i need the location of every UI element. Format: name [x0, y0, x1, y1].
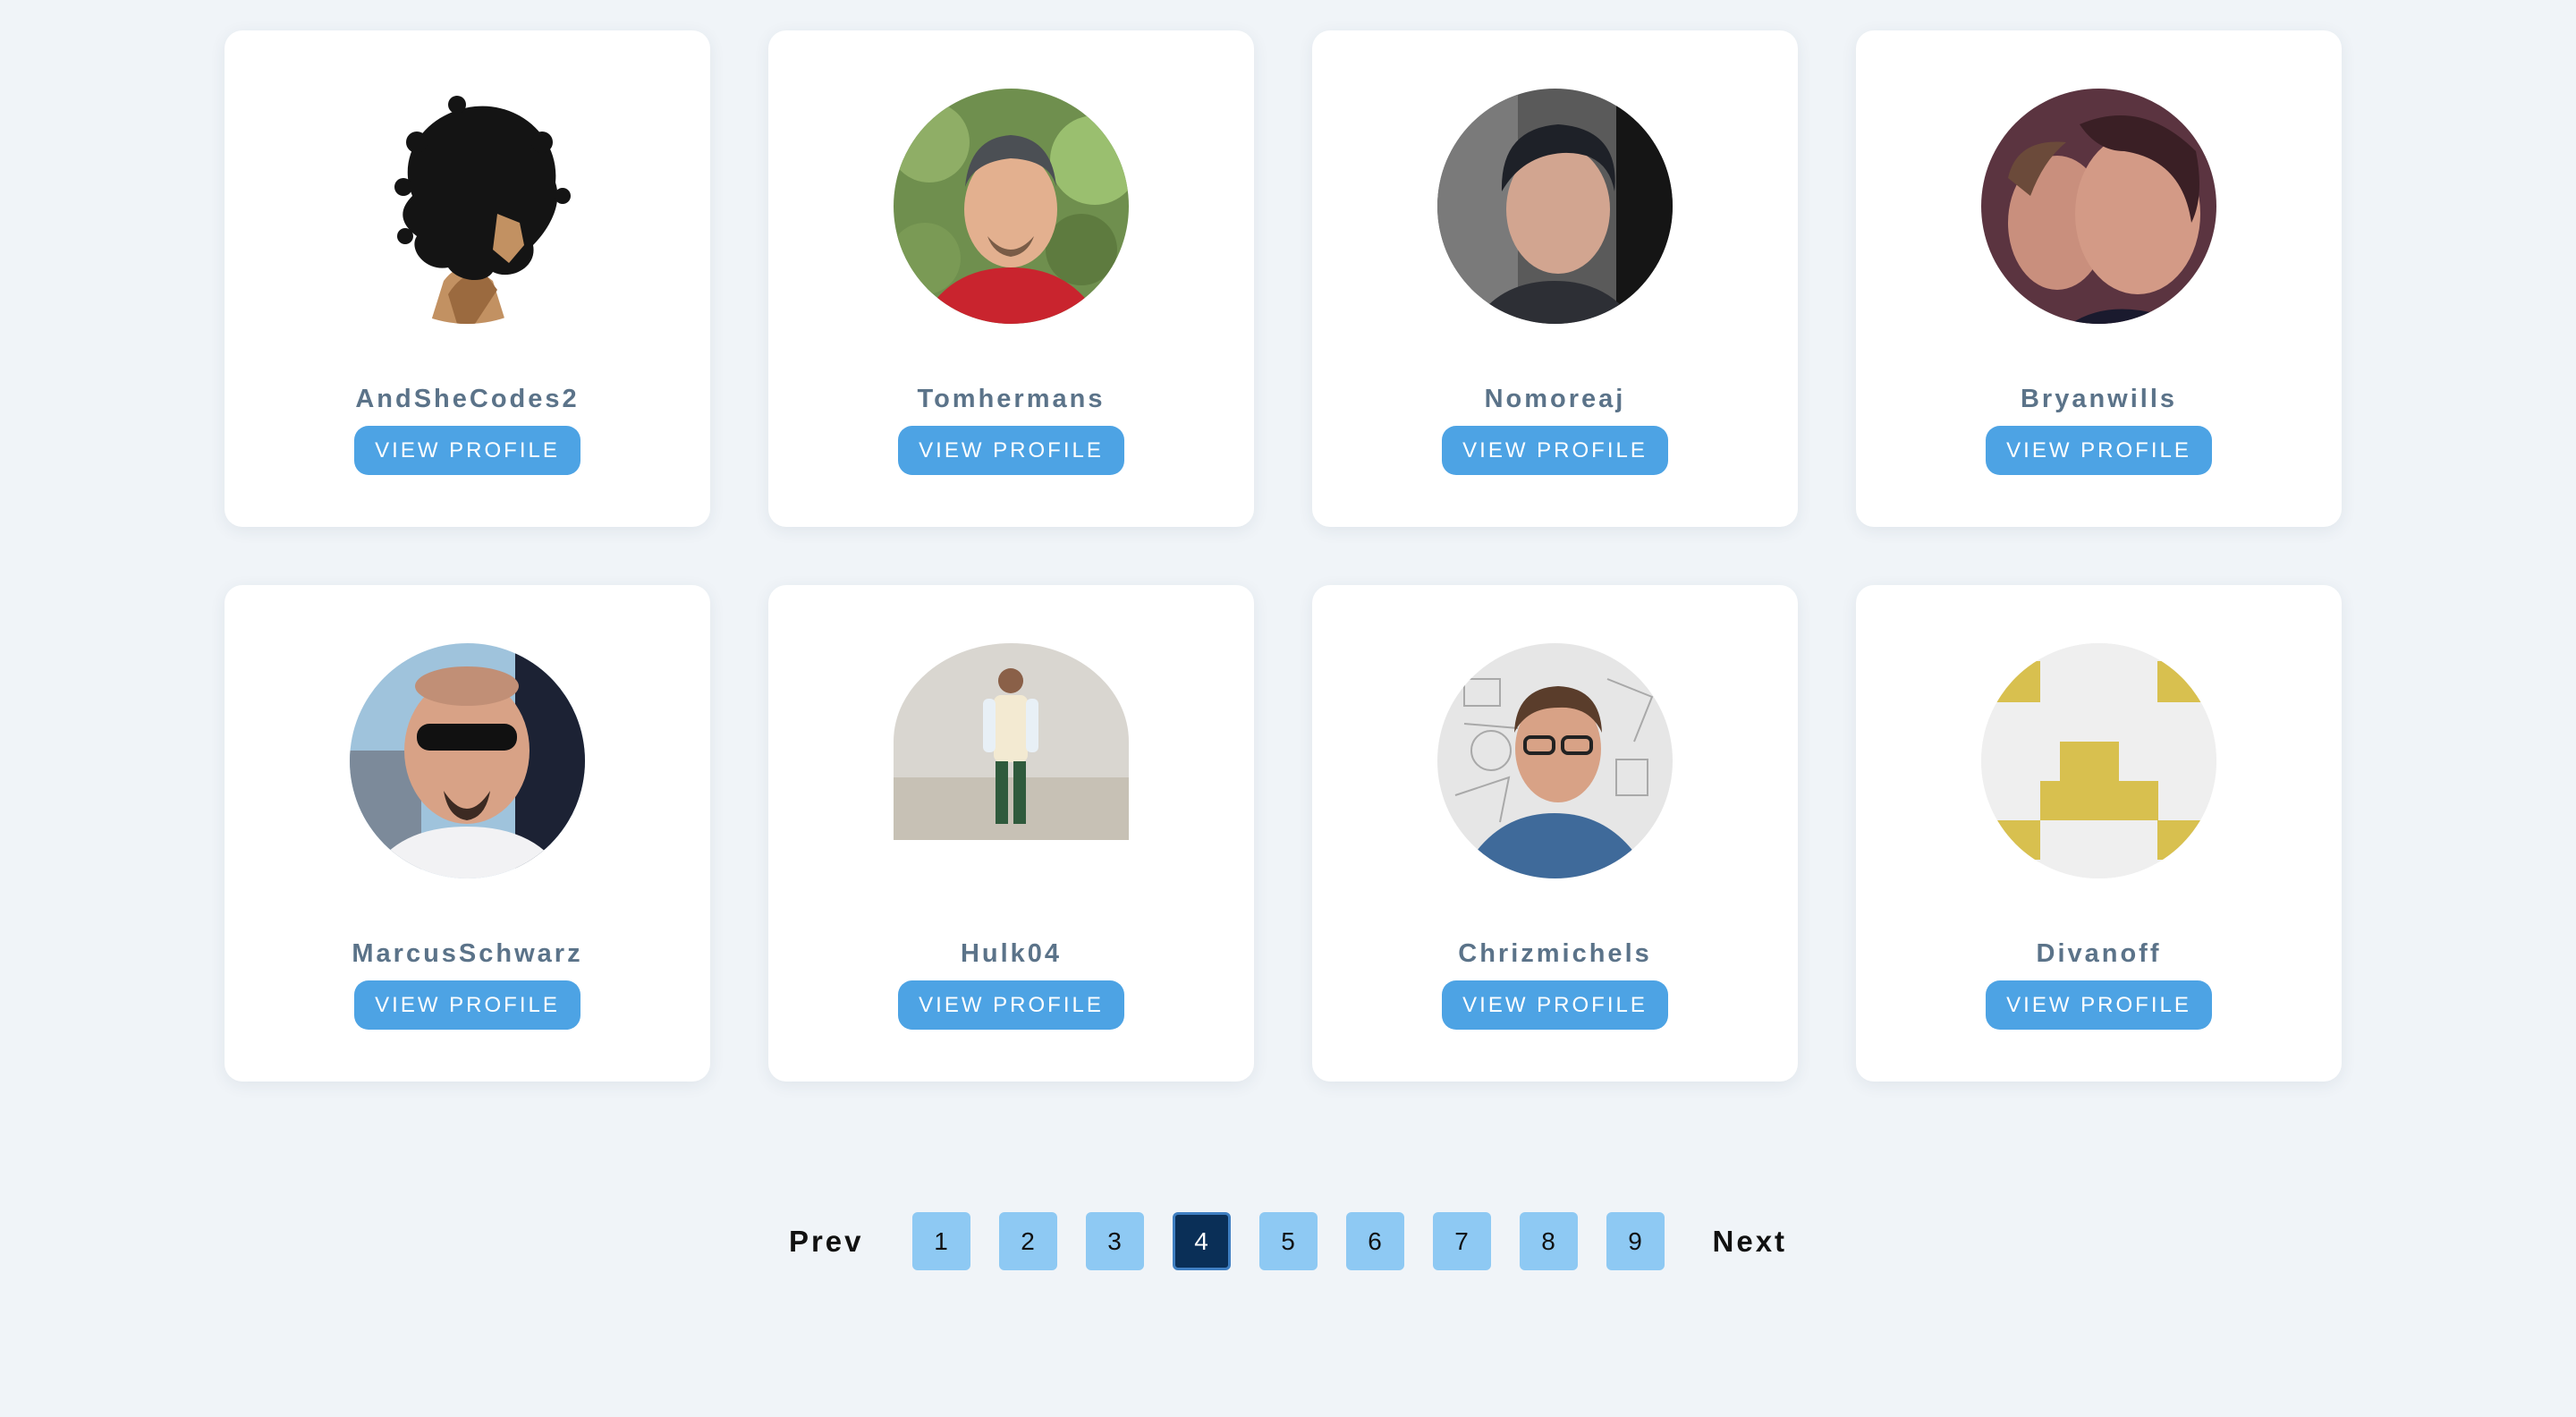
profile-card: MarcusSchwarz VIEW PROFILE — [225, 585, 710, 1082]
view-profile-button[interactable]: VIEW PROFILE — [1986, 426, 2212, 475]
username: Tomhermans — [917, 385, 1106, 413]
avatar — [1981, 89, 2216, 324]
username: Chrizmichels — [1458, 939, 1652, 968]
user-photo-avatar — [894, 643, 1129, 840]
user-photo-avatar — [1437, 89, 1673, 324]
username: MarcusSchwarz — [352, 939, 583, 968]
view-profile-button[interactable]: VIEW PROFILE — [1442, 980, 1668, 1030]
avatar — [350, 89, 585, 324]
username: Bryanwills — [2020, 385, 2178, 413]
profile-card: Hulk04 VIEW PROFILE — [768, 585, 1254, 1082]
view-profile-button[interactable]: VIEW PROFILE — [898, 980, 1124, 1030]
profile-card: Divanoff VIEW PROFILE — [1856, 585, 2342, 1082]
page-button-9[interactable]: 9 — [1606, 1212, 1665, 1270]
page-button-6[interactable]: 6 — [1345, 1212, 1404, 1270]
avatar — [1981, 643, 2216, 878]
profile-card: Chrizmichels VIEW PROFILE — [1312, 585, 1798, 1082]
profile-card: AndSheCodes2 VIEW PROFILE — [225, 30, 710, 527]
profile-grid: AndSheCodes2 VIEW PROFILE Tomhermans VIE… — [225, 30, 2342, 1082]
view-profile-button[interactable]: VIEW PROFILE — [898, 426, 1124, 475]
username: Divanoff — [2036, 939, 2162, 968]
user-photo-avatar — [894, 89, 1129, 324]
view-profile-button[interactable]: VIEW PROFILE — [1442, 426, 1668, 475]
silhouette-curly-hair-icon — [394, 96, 571, 324]
view-profile-button[interactable]: VIEW PROFILE — [354, 426, 580, 475]
page-button-1[interactable]: 1 — [911, 1212, 970, 1270]
user-photo-avatar — [1981, 89, 2216, 324]
identicon-avatar — [1981, 643, 2216, 878]
page-button-8[interactable]: 8 — [1519, 1212, 1578, 1270]
page-button-7[interactable]: 7 — [1432, 1212, 1491, 1270]
user-photo-avatar — [350, 643, 585, 878]
next-page-link[interactable]: Next — [1713, 1225, 1788, 1259]
page-button-4-current[interactable]: 4 — [1172, 1212, 1231, 1270]
page-button-3[interactable]: 3 — [1085, 1212, 1144, 1270]
avatar — [350, 643, 585, 878]
username: Hulk04 — [960, 939, 1063, 968]
avatar — [1437, 89, 1673, 324]
username: Nomoreaj — [1484, 385, 1626, 413]
user-photo-avatar — [1437, 643, 1673, 878]
page-button-2[interactable]: 2 — [998, 1212, 1057, 1270]
profile-card: Tomhermans VIEW PROFILE — [768, 30, 1254, 527]
avatar — [894, 643, 1129, 840]
profile-card: Nomoreaj VIEW PROFILE — [1312, 30, 1798, 527]
page-button-5[interactable]: 5 — [1258, 1212, 1318, 1270]
pagination: Prev 1 2 3 4 5 6 7 8 9 Next — [0, 1212, 2576, 1270]
view-profile-button[interactable]: VIEW PROFILE — [1986, 980, 2212, 1030]
profile-card: Bryanwills VIEW PROFILE — [1856, 30, 2342, 527]
prev-page-link[interactable]: Prev — [789, 1225, 864, 1259]
avatar — [894, 89, 1129, 324]
username: AndSheCodes2 — [355, 385, 580, 413]
view-profile-button[interactable]: VIEW PROFILE — [354, 980, 580, 1030]
avatar — [1437, 643, 1673, 878]
